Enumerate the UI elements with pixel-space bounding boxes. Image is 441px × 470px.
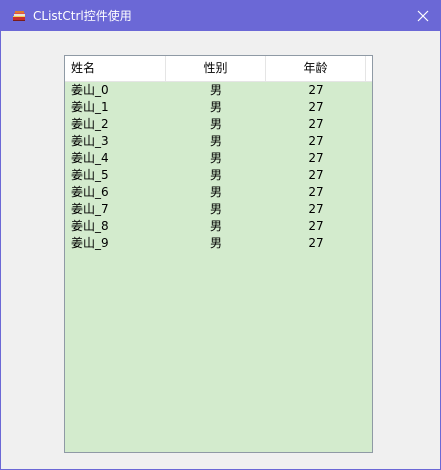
cell-age: 27 [308,185,324,199]
cell-gender: 男 [209,134,222,148]
cell-age: 27 [308,100,324,114]
cell-name: 姜山_0 [71,83,109,97]
cell-gender: 男 [209,219,222,233]
cell-name: 姜山_4 [71,151,109,165]
cell-gender: 男 [209,168,222,182]
column-header-age[interactable]: 年龄 [266,56,366,81]
cell-name: 姜山_2 [71,117,109,131]
cell-age: 27 [308,134,324,148]
list-header: 姓名 性别 年龄 [65,56,372,82]
dialog-window: CListCtrl控件使用 姓名 性别 年龄 姜山_0 男 27 姜山_1 男 27 姜山_… [0,0,441,470]
title-bar[interactable]: CListCtrl控件使用 [1,1,440,31]
list-item[interactable]: 姜山_2 男 27 [65,116,372,133]
list-item[interactable]: 姜山_9 男 27 [65,235,372,252]
cell-age: 27 [308,236,324,250]
close-icon [417,10,428,22]
cell-age: 27 [308,151,324,165]
cell-gender: 男 [209,83,222,97]
app-books-icon [13,11,25,21]
list-item[interactable]: 姜山_1 男 27 [65,99,372,116]
column-header-name[interactable]: 姓名 [65,56,166,81]
list-item[interactable]: 姜山_5 男 27 [65,167,372,184]
cell-age: 27 [308,83,324,97]
cell-gender: 男 [209,117,222,131]
column-header-filler [366,56,372,81]
close-button[interactable] [405,1,440,31]
cell-gender: 男 [209,185,222,199]
cell-name: 姜山_9 [71,236,109,250]
list-control[interactable]: 姓名 性别 年龄 姜山_0 男 27 姜山_1 男 27 姜山_2 男 27 姜山_3 男 27 姜山_… [64,55,373,453]
window-title: CListCtrl控件使用 [33,9,132,23]
list-item[interactable]: 姜山_3 男 27 [65,133,372,150]
cell-name: 姜山_3 [71,134,109,148]
list-item[interactable]: 姜山_8 男 27 [65,218,372,235]
cell-gender: 男 [209,151,222,165]
cell-name: 姜山_7 [71,202,109,216]
cell-name: 姜山_6 [71,185,109,199]
list-item[interactable]: 姜山_6 男 27 [65,184,372,201]
cell-age: 27 [308,202,324,216]
list-rows: 姜山_0 男 27 姜山_1 男 27 姜山_2 男 27 姜山_3 男 27 姜山_4 男 27 姜山_5 男… [65,82,372,252]
column-header-gender[interactable]: 性别 [166,56,266,81]
list-item[interactable]: 姜山_7 男 27 [65,201,372,218]
list-item[interactable]: 姜山_4 男 27 [65,150,372,167]
cell-name: 姜山_8 [71,219,109,233]
cell-gender: 男 [209,202,222,216]
cell-age: 27 [308,219,324,233]
cell-gender: 男 [209,100,222,114]
list-item[interactable]: 姜山_0 男 27 [65,82,372,99]
cell-name: 姜山_5 [71,168,109,182]
cell-gender: 男 [209,236,222,250]
cell-age: 27 [308,168,324,182]
cell-age: 27 [308,117,324,131]
cell-name: 姜山_1 [71,100,109,114]
